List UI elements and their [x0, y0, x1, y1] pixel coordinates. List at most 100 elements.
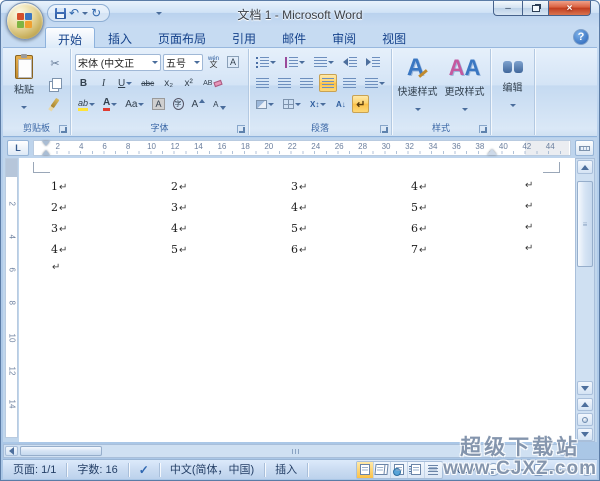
ruler-number: 44 — [539, 142, 562, 151]
tab-home[interactable]: 开始 — [45, 27, 95, 48]
tab-mailings[interactable]: 邮件 — [269, 27, 319, 48]
font-dialog-launcher[interactable] — [237, 125, 245, 133]
word-count[interactable]: 字数: 16 — [67, 463, 128, 477]
paste-button[interactable]: 粘贴 — [7, 52, 41, 116]
italic-button[interactable]: I — [95, 74, 112, 92]
arrow-up-icon — [581, 165, 589, 170]
font-color-button[interactable]: A — [100, 95, 120, 113]
multilevel-list-button[interactable] — [311, 53, 337, 71]
underline-button[interactable]: U — [115, 74, 135, 92]
restore-button[interactable] — [522, 1, 549, 16]
tab-review[interactable]: 审阅 — [319, 27, 369, 48]
select-browse-object-button[interactable] — [577, 413, 593, 426]
phonetic-guide-button[interactable]: wén文 — [205, 53, 222, 71]
clipboard-dialog-launcher[interactable] — [59, 125, 67, 133]
ruler-toggle-button[interactable] — [575, 140, 594, 156]
horizontal-scrollbar-thumb[interactable] — [20, 446, 102, 456]
clear-formatting-button[interactable]: AB — [200, 74, 225, 92]
paste-dropdown-icon[interactable] — [21, 106, 27, 109]
decrease-indent-button[interactable] — [340, 53, 360, 71]
page-indicator[interactable]: 页面: 1/1 — [3, 463, 67, 477]
hanging-indent-marker[interactable] — [42, 150, 50, 155]
scroll-up-button[interactable] — [577, 160, 593, 174]
align-right-button[interactable] — [297, 74, 316, 92]
sort-button[interactable]: A↓ — [332, 95, 349, 113]
outline-view-button[interactable] — [408, 462, 425, 478]
editing-button[interactable]: 编辑 — [493, 52, 532, 116]
title-bar[interactable]: ↶ ↻ 文档 1 - Microsoft Word – × — [1, 1, 599, 27]
print-layout-view-button[interactable] — [357, 462, 374, 478]
align-center-button[interactable] — [275, 74, 294, 92]
borders-button[interactable] — [280, 95, 304, 113]
tab-references[interactable]: 引用 — [219, 27, 269, 48]
change-case-button[interactable]: Aa — [122, 95, 147, 113]
vertical-ruler[interactable]: 2468101214 — [5, 158, 18, 438]
increase-indent-button[interactable] — [363, 53, 383, 71]
cut-button[interactable]: ✂ — [44, 54, 66, 72]
align-left-button[interactable] — [253, 74, 272, 92]
tab-page-layout[interactable]: 页面布局 — [145, 27, 219, 48]
subscript-button[interactable]: x₂ — [160, 74, 177, 92]
vertical-scrollbar[interactable]: ≡ — [575, 158, 595, 442]
asian-layout-button[interactable]: X↕ — [307, 95, 329, 113]
show-hide-marks-button[interactable]: ↵ — [352, 95, 369, 113]
strikethrough-button[interactable]: abc — [138, 74, 157, 92]
first-line-indent-marker[interactable] — [42, 141, 50, 146]
bullets-button[interactable] — [253, 53, 279, 71]
change-styles-button[interactable]: AA 更改样式 — [442, 52, 487, 116]
close-button[interactable]: × — [549, 1, 591, 16]
horizontal-ruler[interactable]: 2468101214161820222426283032343638404244 — [33, 140, 571, 156]
document-row[interactable]: 2↵ 3↵ 4↵ 5↵ ↵ — [19, 201, 575, 221]
full-screen-reading-view-button[interactable] — [374, 462, 391, 478]
styles-dialog-launcher[interactable] — [479, 125, 487, 133]
bold-button[interactable]: B — [75, 74, 92, 92]
draft-view-button[interactable] — [425, 462, 442, 478]
office-button[interactable] — [6, 2, 44, 40]
insert-mode-indicator[interactable]: 插入 — [265, 463, 308, 477]
font-size-combobox[interactable]: 五号 — [163, 54, 203, 71]
document-row[interactable]: 3↵ 4↵ 5↵ 6↵ ↵ — [19, 222, 575, 242]
right-indent-marker[interactable] — [487, 149, 497, 155]
enclose-characters-button[interactable]: 字 — [170, 95, 187, 113]
font-name-combobox[interactable]: 宋体 (中文正 — [75, 54, 161, 71]
web-layout-view-button[interactable] — [391, 462, 408, 478]
document-page[interactable]: 1↵ 2↵ 3↵ 4↵ ↵ 2↵ 3↵ 4↵ 5↵ ↵ 3↵ 4↵ 5↵ 6↵ … — [19, 158, 575, 442]
vertical-scrollbar-thumb[interactable]: ≡ — [577, 181, 593, 267]
line-spacing-icon — [365, 78, 378, 89]
scroll-left-button[interactable] — [5, 446, 18, 456]
text-highlight-button[interactable]: ab — [75, 95, 98, 113]
language-indicator[interactable]: 中文(简体，中国) — [160, 463, 265, 477]
format-painter-button[interactable] — [44, 94, 66, 112]
superscript-button[interactable]: x² — [180, 74, 197, 92]
watermark-site-url: www.CJXZ.com — [443, 459, 597, 479]
character-border-button[interactable]: A — [224, 53, 242, 71]
tab-view[interactable]: 视图 — [369, 27, 419, 48]
scroll-down-button[interactable] — [577, 381, 593, 395]
shading-button[interactable] — [253, 95, 277, 113]
ruler-number: 32 — [398, 142, 421, 151]
shrink-font-button[interactable]: A — [210, 95, 228, 113]
proofing-status-icon[interactable]: ✓ — [129, 463, 160, 477]
chevron-down-icon — [320, 103, 326, 106]
grow-font-button[interactable]: A — [189, 95, 209, 113]
help-button[interactable]: ? — [573, 29, 589, 45]
numbering-button[interactable] — [282, 53, 308, 71]
quick-styles-button[interactable]: A 快速样式 — [395, 52, 440, 116]
document-row[interactable]: 4↵ 5↵ 6↵ 7↵ ↵ — [19, 243, 575, 263]
paragraph-dialog-launcher[interactable] — [380, 125, 388, 133]
minimize-button[interactable]: – — [493, 1, 522, 16]
chevron-down-icon — [152, 61, 158, 64]
previous-page-button[interactable] — [577, 398, 593, 411]
line-spacing-button[interactable] — [362, 74, 388, 92]
justify-button[interactable] — [319, 74, 338, 92]
copy-button[interactable] — [44, 74, 66, 92]
document-row[interactable]: 1↵ 2↵ 3↵ 4↵ ↵ — [19, 180, 575, 200]
distribute-icon — [343, 78, 356, 89]
distribute-button[interactable] — [340, 74, 359, 92]
chevron-down-icon — [510, 104, 516, 107]
tab-stop-selector[interactable]: L — [7, 140, 29, 156]
ruler-number: 8 — [116, 142, 139, 151]
row-end-mark: ↵ — [525, 201, 533, 212]
tab-insert[interactable]: 插入 — [95, 27, 145, 48]
character-shading-button[interactable]: A — [149, 95, 167, 113]
